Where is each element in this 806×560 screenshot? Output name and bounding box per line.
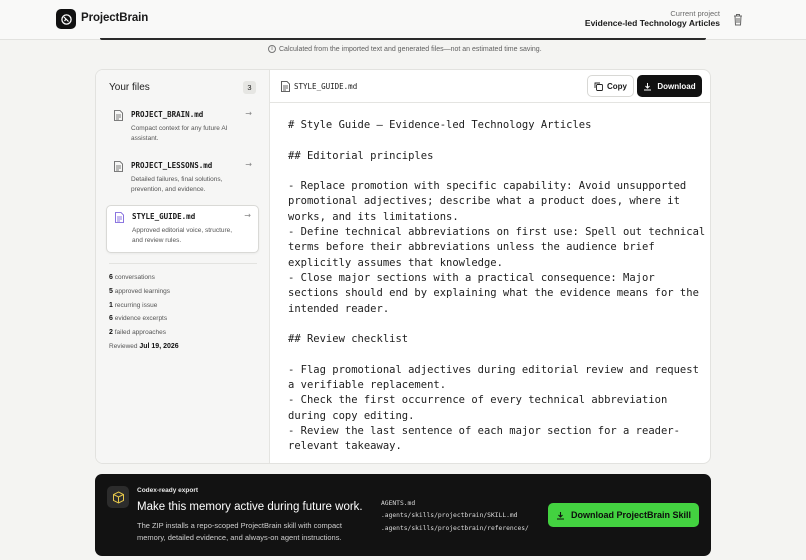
doc-line: - Replace promotion with specific capabi… [288,180,687,223]
doc-line: - Check the first occurrence of every te… [288,394,668,422]
copy-button[interactable]: Copy [587,75,634,97]
document-icon [281,81,290,92]
stats-list: 6 conversations 5 approved learnings 1 r… [109,273,179,356]
app-header: ProjectBrain Current project Evidence-le… [0,0,806,40]
export-description: The ZIP installs a repo-scoped ProjectBr… [137,521,342,543]
stat-recurring-issue: 1 recurring issue [109,301,158,309]
export-file: AGENTS.md [381,500,416,507]
download-icon [644,82,652,90]
brand-name: ProjectBrain [81,12,149,24]
arrow-right-icon: → [245,160,252,169]
current-project-label: Current project [670,9,720,18]
file-item-project-lessons[interactable]: PROJECT_LESSONS.md Detailed failures, fi… [106,155,259,199]
download-icon [556,511,564,520]
calculation-note: i Calculated from the imported text and … [268,45,542,53]
doc-line: - Review the last sentence of each major… [288,424,680,453]
trash-icon[interactable] [732,13,744,26]
doc-heading: ## Review checklist [288,333,409,346]
sidebar-divider [109,263,257,264]
stat-conversations: 6 conversations [109,274,155,281]
copy-label: Copy [607,81,627,91]
file-description: Compact context for any future AI assist… [131,125,228,142]
doc-heading: ## Editorial principles [288,149,434,162]
stat-failed-approaches: 2 failed approaches [109,329,167,337]
viewer-filename: STYLE_GUIDE.md [294,82,358,91]
previous-panel-edge [100,38,706,40]
arrow-right-icon: → [244,211,251,220]
stat-approved-learnings: 5 approved learnings [109,287,171,295]
file-item-style-guide[interactable]: STYLE_GUIDE.md Approved editorial voice,… [106,205,259,253]
viewer-toolbar: STYLE_GUIDE.md Copy Download [270,70,710,103]
export-title: Make this memory active during future wo… [137,501,363,513]
file-name: PROJECT_LESSONS.md [131,161,213,170]
download-button[interactable]: Download [637,75,702,97]
export-file: .agents/skills/projectbrain/references/ [381,524,529,532]
doc-line: - Close major sections with a practical … [288,271,699,315]
copy-icon [594,82,603,91]
file-description: Detailed failures, final solutions, prev… [131,176,223,193]
info-icon: i [268,45,276,53]
arrow-right-icon: → [245,109,252,118]
doc-line: - Define technical abbreviations on firs… [288,226,706,269]
reviewed-date: Reviewed Jul 19, 2026 [109,342,179,350]
document-icon [115,212,124,223]
calculation-note-text: Calculated from the imported text and ge… [279,45,542,53]
file-description: Approved editorial voice, structure, and… [132,227,233,244]
package-glyph [112,490,124,504]
download-label: Download [657,81,696,91]
file-name: PROJECT_BRAIN.md [131,110,204,119]
doc-heading: # Style Guide — Evidence-led Technology … [288,119,592,131]
files-title: Your files [109,82,150,93]
package-icon [107,486,129,508]
app-logo[interactable] [56,9,76,29]
files-count-badge: 3 [243,81,256,94]
export-file: .agents/skills/projectbrain/SKILL.md [381,512,518,520]
files-card: Your files 3 PROJECT_BRAIN.md Compact co… [95,69,711,464]
brain-logo-icon [60,13,72,25]
document-icon [114,110,123,121]
file-name: STYLE_GUIDE.md [132,212,196,221]
file-item-project-brain[interactable]: PROJECT_BRAIN.md Compact context for any… [106,104,259,148]
doc-line: - Flag promotional adjectives during edi… [288,363,699,392]
export-kicker: Codex-ready export [137,487,199,494]
download-skill-button[interactable]: Download ProjectBrain Skill [548,503,699,527]
stat-evidence-excerpts: 6 evidence excerpts [109,315,168,323]
document-content: # Style Guide — Evidence-led Technology … [288,118,708,455]
current-project-name: Evidence-led Technology Articles [584,18,720,28]
download-skill-label: Download ProjectBrain Skill [570,510,692,520]
document-icon [114,161,123,172]
export-file-list: AGENTS.md .agents/skills/projectbrain/SK… [381,498,533,535]
files-sidebar: Your files 3 PROJECT_BRAIN.md Compact co… [96,70,270,463]
export-banner: Codex-ready export Make this memory acti… [95,474,711,556]
